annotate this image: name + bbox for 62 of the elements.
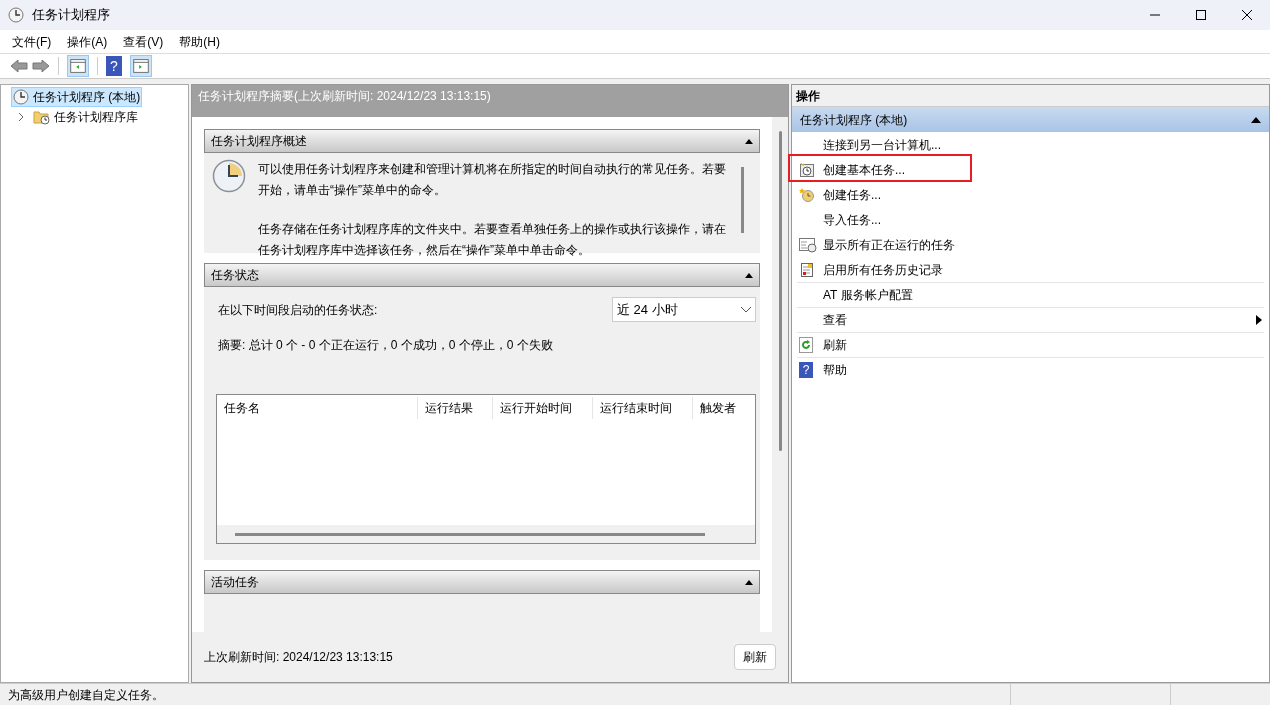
forward-arrow-icon[interactable] bbox=[32, 59, 50, 73]
action-item[interactable]: 查看 bbox=[797, 307, 1264, 332]
clock-icon bbox=[212, 159, 246, 193]
refresh-button[interactable]: 刷新 bbox=[734, 644, 776, 670]
section-header[interactable]: 活动任务 bbox=[204, 570, 760, 594]
action-item[interactable]: 创建任务... bbox=[797, 182, 1264, 207]
scrollbar[interactable] bbox=[772, 117, 788, 632]
column-header[interactable]: 运行开始时间 bbox=[492, 397, 592, 419]
pane-title: 操作 bbox=[792, 85, 1269, 107]
period-label: 在以下时间段启动的任务状态: bbox=[218, 301, 378, 319]
task-list-icon bbox=[799, 236, 817, 253]
description-text: 可以使用任务计划程序来创建和管理计算机将在所指定的时间自动执行的常见任务。若要开始，请单击“操作”菜单中的命令。 bbox=[258, 161, 727, 199]
section-header[interactable]: 任务状态 bbox=[204, 263, 760, 287]
collapse-arrow-icon[interactable] bbox=[745, 272, 753, 278]
column-header[interactable]: 触发者 bbox=[692, 397, 752, 419]
panel-toggle-icon[interactable] bbox=[130, 55, 152, 77]
action-item[interactable]: 启用所有任务历史记录 bbox=[797, 257, 1264, 282]
action-item[interactable]: 导入任务... bbox=[797, 207, 1264, 232]
action-item[interactable]: 刷新 bbox=[797, 332, 1264, 357]
close-icon bbox=[1242, 10, 1252, 20]
collapse-arrow-icon[interactable] bbox=[745, 138, 753, 144]
collapse-arrow-icon[interactable] bbox=[745, 579, 753, 585]
chevron-down-icon bbox=[741, 306, 751, 313]
summary-text: 摘要: 总计 0 个 - 0 个正在运行，0 个成功，0 个停止，0 个失败 bbox=[218, 337, 554, 354]
window-title: 任务计划程序 bbox=[32, 6, 110, 25]
panel-toggle-icon[interactable] bbox=[67, 55, 89, 77]
refresh-icon bbox=[799, 337, 813, 353]
action-item[interactable]: 显示所有正在运行的任务 bbox=[797, 232, 1264, 257]
log-icon bbox=[799, 261, 815, 278]
back-arrow-icon[interactable] bbox=[10, 59, 28, 73]
action-item[interactable]: AT 服务帐户配置 bbox=[797, 282, 1264, 307]
last-refresh-text: 上次刷新时间: 2024/12/23 13:13:15 bbox=[204, 649, 393, 666]
column-header[interactable]: 任务名 bbox=[217, 397, 417, 419]
column-header[interactable]: 运行结果 bbox=[417, 397, 492, 419]
clock-icon bbox=[13, 89, 29, 105]
action-group-header[interactable]: 任务计划程序 (本地) bbox=[792, 107, 1269, 132]
clock-icon bbox=[8, 7, 24, 23]
scrollbar[interactable] bbox=[741, 167, 744, 233]
horizontal-scrollbar[interactable] bbox=[217, 525, 755, 543]
menu-item[interactable]: 查看(V) bbox=[123, 32, 164, 51]
description-text: 任务存储在任务计划程序库的文件夹中。若要查看单独任务上的操作或执行该操作，请在任务计划程序库中选择该任务，然后在“操作”菜单中单击命令。 bbox=[258, 221, 727, 259]
submenu-arrow-icon bbox=[1256, 315, 1262, 325]
help-icon: ? bbox=[799, 362, 813, 378]
clock-wand-icon bbox=[799, 161, 815, 178]
section-header[interactable]: 任务计划程序概述 bbox=[204, 129, 760, 153]
action-item[interactable]: 创建基本任务... bbox=[797, 157, 1264, 182]
period-dropdown[interactable]: 近 24 小时 bbox=[612, 297, 756, 322]
tree-item[interactable]: 任务计划程序库 bbox=[31, 107, 140, 127]
action-item[interactable]: 连接到另一台计算机... bbox=[797, 132, 1264, 157]
panel-header: 任务计划程序摘要(上次刷新时间: 2024/12/23 13:13:15) bbox=[192, 85, 788, 117]
expand-caret-icon[interactable] bbox=[17, 113, 25, 121]
folder-clock-icon bbox=[33, 109, 50, 125]
menu-item[interactable]: 帮助(H) bbox=[179, 32, 220, 51]
column-header[interactable]: 运行结束时间 bbox=[592, 397, 692, 419]
status-bar-text: 为高级用户创建自定义任务。 bbox=[7, 686, 165, 704]
collapse-arrow-icon[interactable] bbox=[1251, 116, 1261, 123]
help-icon[interactable]: ? bbox=[106, 56, 122, 76]
action-item[interactable]: ? 帮助 bbox=[797, 357, 1264, 382]
menu-item[interactable]: 文件(F) bbox=[12, 32, 52, 51]
menu-item[interactable]: 操作(A) bbox=[67, 32, 108, 51]
maximize-icon bbox=[1196, 10, 1206, 20]
tree-item[interactable]: 任务计划程序 (本地) bbox=[11, 87, 143, 107]
